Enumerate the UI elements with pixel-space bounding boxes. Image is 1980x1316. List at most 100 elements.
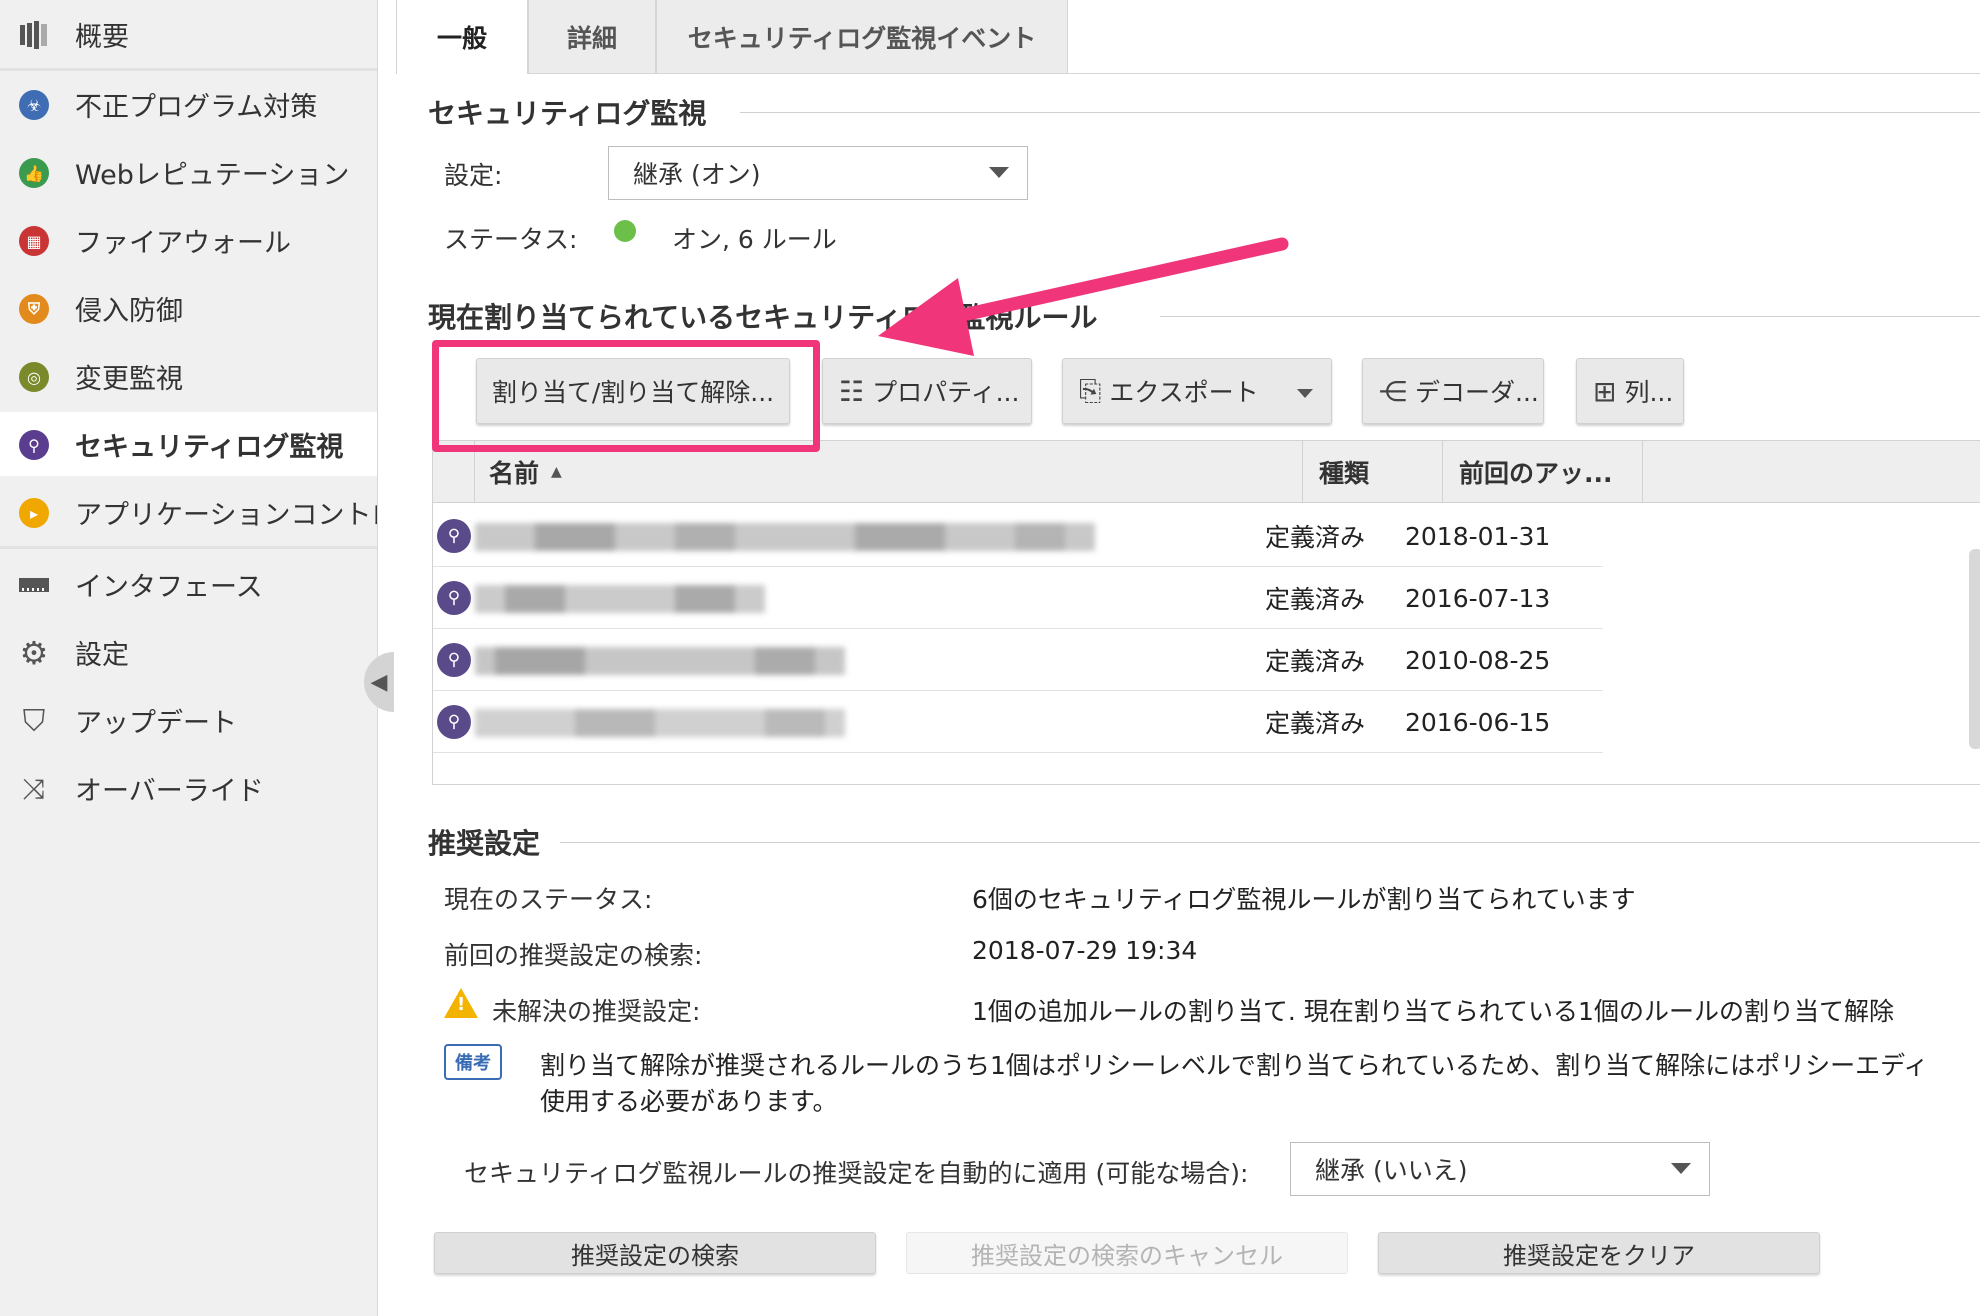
status-value: オン, 6 ルール	[672, 225, 837, 254]
section-rule	[560, 842, 1980, 843]
setting-select[interactable]: 継承 (オン)	[608, 146, 1028, 200]
export-label: エクスポート	[1109, 378, 1259, 407]
sidebar-item-anti-malware[interactable]: ☣ 不正プログラム対策	[0, 72, 377, 136]
properties-list-icon: ☷	[839, 374, 865, 408]
decoder-tree-icon: ⋲	[1379, 374, 1407, 408]
columns-label: 列...	[1624, 378, 1674, 407]
scan-recommendations-button[interactable]: 推奨設定の検索	[434, 1232, 876, 1274]
section-title-log-inspection: セキュリティログ監視	[428, 92, 721, 132]
table-row[interactable]: ⚲ 定義済み 2018-01-31	[433, 505, 1603, 567]
auto-apply-select-value: 継承 (いいえ)	[1315, 1156, 1468, 1185]
note-text-line2: 使用する必要があります。	[540, 1087, 838, 1116]
warning-icon: !	[444, 988, 478, 1018]
unresolved-label: 未解決の推奨設定:	[492, 997, 701, 1026]
rules-table: 名前 ▲ 種類 前回のアッ... ⚲ 定義済み 2018-01-31 ⚲ 定義済…	[432, 440, 1980, 785]
section-rule	[740, 112, 1980, 113]
sidebar-item-label: 不正プログラム対策	[75, 91, 318, 123]
chevron-left-icon: ◀	[370, 669, 388, 695]
biohazard-icon: ☣	[18, 89, 50, 121]
status-label: ステータス:	[444, 225, 578, 254]
auto-apply-label: セキュリティログ監視ルールの推奨設定を自動的に適用 (可能な場合):	[464, 1159, 1249, 1188]
sidebar-item-label: ファイアウォール	[75, 227, 291, 259]
sidebar-item-updates[interactable]: ⛉ アップデート	[0, 688, 377, 752]
sidebar-item-overrides[interactable]: ⤨ オーバーライド	[0, 756, 377, 820]
sidebar-item-label: Webレピュテーション	[75, 159, 350, 191]
sidebar-item-label: インタフェース	[75, 571, 263, 603]
sidebar-item-label: 変更監視	[75, 363, 183, 395]
sidebar-item-label: 設定	[75, 639, 129, 671]
note-badge: 備考	[444, 1044, 502, 1080]
chevron-down-icon	[989, 167, 1009, 178]
header-name-label: 名前	[489, 459, 540, 488]
gear-icon: ⚙	[19, 634, 49, 672]
tab-underline	[1068, 73, 1980, 74]
table-scrollbar[interactable]	[1969, 549, 1980, 749]
rule-date: 2018-01-31	[1405, 521, 1551, 551]
tab-general[interactable]: 一般	[396, 0, 528, 74]
sidebar-item-intrusion-prevention[interactable]: ⛨ 侵入防御	[0, 276, 377, 340]
table-row[interactable]: ⚲ 定義済み 2016-07-13	[433, 567, 1603, 629]
sidebar-item-settings[interactable]: ⚙ 設定	[0, 620, 377, 684]
sidebar-item-label: 概要	[75, 21, 129, 53]
clear-recommendations-button[interactable]: 推奨設定をクリア	[1378, 1232, 1820, 1274]
header-last-updated[interactable]: 前回のアッ...	[1443, 441, 1643, 503]
setting-label: 設定:	[444, 161, 503, 190]
sidebar-item-web-reputation[interactable]: 👍 Webレピュテーション	[0, 140, 377, 204]
tab-log-inspection-events[interactable]: セキュリティログ監視イベント	[656, 0, 1068, 74]
sidebar-item-integrity-monitoring[interactable]: ◎ 変更監視	[0, 344, 377, 408]
rule-date: 2010-08-25	[1405, 645, 1551, 675]
setting-select-value: 継承 (オン)	[633, 160, 761, 189]
section-title-assigned-rules: 現在割り当てられているセキュリティログ監視ルール	[428, 296, 1112, 336]
log-rule-icon: ⚲	[437, 581, 471, 615]
log-rule-icon: ⚲	[437, 519, 471, 553]
table-row[interactable]: ⚲ 定義済み 2016-06-15	[433, 691, 1603, 753]
sidebar-item-firewall[interactable]: ▦ ファイアウォール	[0, 208, 377, 272]
decoders-button[interactable]: ⋲ デコーダ...	[1362, 358, 1544, 424]
sort-ascending-icon: ▲	[551, 464, 562, 480]
chevron-down-icon	[1297, 389, 1313, 398]
rule-date: 2016-07-13	[1405, 583, 1551, 613]
sidebar-item-label: セキュリティログ監視	[75, 431, 344, 463]
unresolved-value: 1個の追加ルールの割り当て. 現在割り当てられている1個のルールの割り当て解除	[972, 997, 1894, 1026]
columns-button[interactable]: ⊞ 列...	[1576, 358, 1684, 424]
shuffle-icon: ⤨	[22, 772, 46, 805]
header-type[interactable]: 種類	[1303, 441, 1443, 503]
sidebar-item-overview[interactable]: 概要	[0, 2, 377, 66]
sidebar-item-label: オーバーライド	[75, 775, 264, 807]
export-button[interactable]: ⎘ エクスポート	[1062, 358, 1332, 424]
sidebar-item-interfaces[interactable]: インタフェース	[0, 552, 377, 616]
rule-type: 定義済み	[1265, 585, 1366, 614]
firewall-icon: ▦	[18, 225, 50, 257]
highlight-box	[432, 340, 820, 452]
rule-type: 定義済み	[1265, 647, 1366, 676]
redacted-rule-name	[475, 585, 765, 613]
fingerprint-icon: ◎	[18, 361, 50, 393]
sidebar-item-application-control[interactable]: ▸ アプリケーションコントロール	[0, 480, 377, 544]
last-scan-value: 2018-07-29 19:34	[972, 936, 1198, 965]
intrusion-prevention-icon: ⛨	[18, 293, 50, 325]
columns-grid-icon: ⊞	[1593, 374, 1617, 408]
table-row[interactable]: ⚲ 定義済み 2010-08-25	[433, 629, 1603, 691]
shield-update-icon: ⛉	[22, 703, 46, 739]
sidebar: 概要 ☣ 不正プログラム対策 👍 Webレピュテーション ▦ ファイアウォール …	[0, 0, 378, 1316]
sidebar-item-label: 侵入防御	[75, 295, 183, 327]
redacted-rule-name	[475, 523, 1095, 551]
magnifier-icon: ⚲	[18, 429, 50, 461]
tab-advanced[interactable]: 詳細	[528, 0, 656, 74]
sidebar-item-log-inspection[interactable]: ⚲ セキュリティログ監視	[0, 412, 377, 476]
decoders-label: デコーダ...	[1415, 378, 1539, 407]
export-icon: ⎘	[1079, 374, 1102, 407]
terminal-icon: ▸	[18, 497, 50, 529]
cancel-scan-button[interactable]: 推奨設定の検索のキャンセル	[906, 1232, 1348, 1274]
sidebar-item-label: アプリケーションコントロール	[75, 499, 377, 531]
log-rule-icon: ⚲	[437, 643, 471, 677]
note-text-line1: 割り当て解除が推奨されるルールのうち1個はポリシーレベルで割り当てられているため…	[540, 1051, 1929, 1080]
current-status-value: 6個のセキュリティログ監視ルールが割り当てられています	[972, 885, 1636, 914]
rule-type: 定義済み	[1265, 523, 1366, 552]
redacted-rule-name	[475, 647, 845, 675]
properties-button[interactable]: ☷ プロパティ...	[822, 358, 1032, 424]
rule-type: 定義済み	[1265, 709, 1366, 738]
section-rule	[1160, 316, 1980, 317]
auto-apply-select[interactable]: 継承 (いいえ)	[1290, 1142, 1710, 1196]
log-rule-icon: ⚲	[437, 705, 471, 739]
